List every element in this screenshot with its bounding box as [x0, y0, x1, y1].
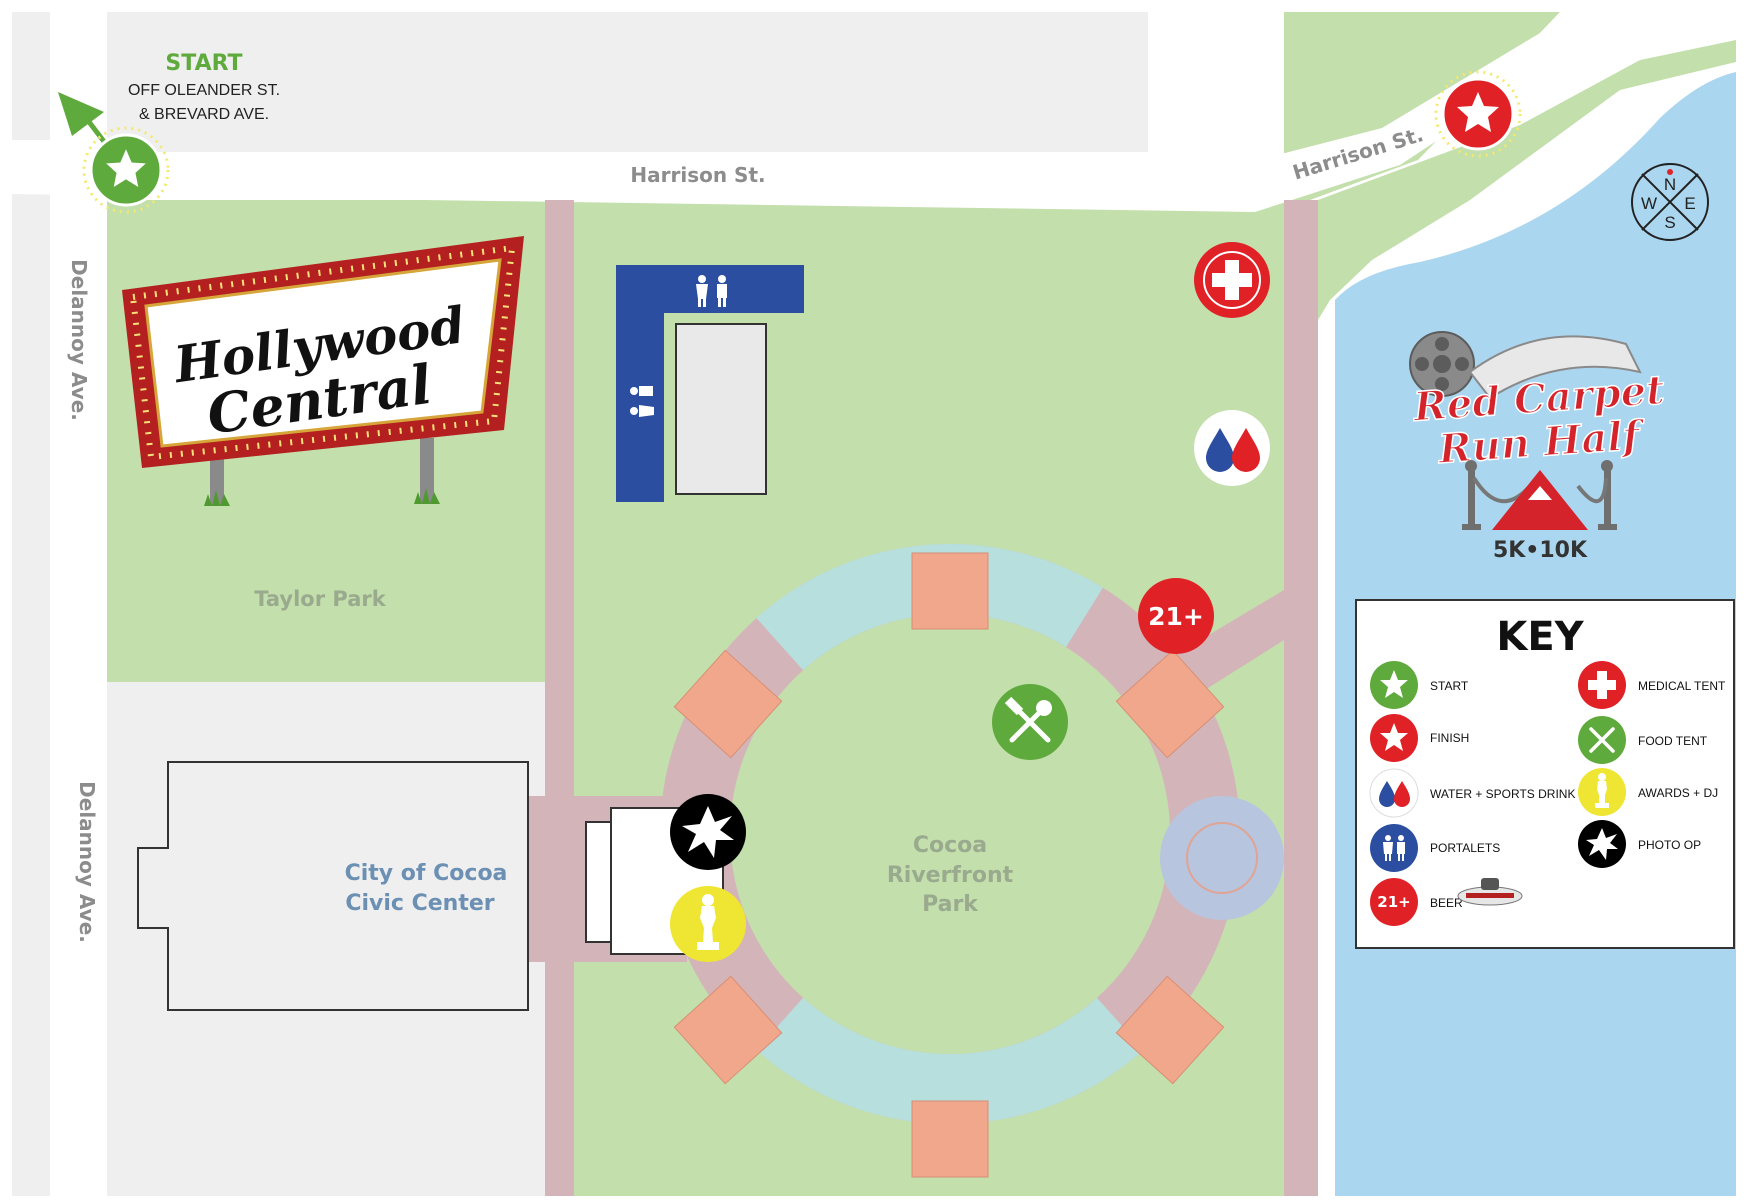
compass-e: E	[1684, 194, 1695, 213]
key-label-beer: BEER	[1430, 896, 1463, 910]
north-west-block	[12, 12, 50, 140]
key-label-photo: PHOTO OP	[1638, 838, 1701, 852]
key-item-water	[1369, 768, 1419, 818]
awards-marker[interactable]	[670, 886, 746, 962]
key-item-beer: 21+	[1370, 878, 1418, 926]
riverfront-label-line1: Cocoa	[913, 833, 987, 858]
start-label-line2: & BREVARD AVE.	[139, 106, 269, 123]
logo-distances: 5K•10K	[1493, 538, 1588, 563]
start-label-line1: OFF OLEANDER ST.	[128, 82, 280, 99]
plaza-tile-s	[911, 1100, 989, 1178]
key-item-food	[1578, 716, 1626, 764]
east-walkway	[1284, 200, 1318, 1196]
compass-s: S	[1664, 213, 1675, 232]
plaza-tile-n	[911, 552, 989, 630]
beer-marker-label: 21+	[1148, 602, 1204, 631]
delannoy-ave-label-south: Delannoy Ave.	[75, 781, 99, 943]
key-label-start: START	[1430, 679, 1469, 693]
civic-center-building	[137, 761, 529, 1011]
key-label-water: WATER + SPORTS DRINK	[1430, 787, 1575, 801]
harrison-st-label-west: Harrison St.	[630, 163, 765, 187]
key-label-food: FOOD TENT	[1638, 734, 1708, 748]
key-title: KEY	[1496, 614, 1584, 660]
key-label-awards: AWARDS + DJ	[1638, 786, 1718, 800]
food-tent-marker[interactable]	[992, 684, 1068, 760]
key-item-photo	[1578, 820, 1626, 868]
restroom-adjacent-building	[675, 323, 767, 495]
riverfront-label-line2: Riverfront	[887, 863, 1014, 888]
key-item-portalets	[1370, 824, 1418, 872]
medical-tent-marker[interactable]	[1194, 242, 1270, 318]
key-label-portalets: PORTALETS	[1430, 841, 1500, 855]
photo-op-marker[interactable]	[670, 794, 746, 870]
west-walkway	[545, 200, 574, 1196]
riverfront-label-line3: Park	[922, 892, 979, 917]
start-label-title: START	[165, 51, 242, 76]
beer-marker[interactable]: 21+	[1138, 578, 1214, 654]
civic-center-label-line2: Civic Center	[345, 891, 494, 916]
taylor-park-label: Taylor Park	[254, 587, 386, 611]
delannoy-ave-label-north: Delannoy Ave.	[67, 259, 91, 421]
water-station-marker[interactable]	[1194, 410, 1270, 486]
key-item-medical	[1578, 661, 1626, 709]
compass-w: W	[1641, 194, 1657, 213]
compass-n: N	[1664, 175, 1676, 194]
key-item-finish	[1370, 714, 1418, 762]
key-item-start	[1370, 661, 1418, 709]
fountain	[1160, 796, 1284, 920]
key-item-awards	[1578, 768, 1626, 816]
civic-center-label-line1: City of Cocoa	[345, 861, 508, 886]
key-label-finish: FINISH	[1430, 731, 1469, 745]
map-key: KEY START MEDICAL TENT FINISH FOOD TENT	[1355, 599, 1735, 949]
key-label-medical: MEDICAL TENT	[1638, 679, 1726, 693]
north-block-alley	[1148, 12, 1176, 162]
race-map: Harrison St. Harrison St. Delannoy Ave. …	[0, 0, 1748, 1204]
beer-21-icon: 21+	[1377, 893, 1410, 911]
west-strip	[12, 190, 50, 1196]
